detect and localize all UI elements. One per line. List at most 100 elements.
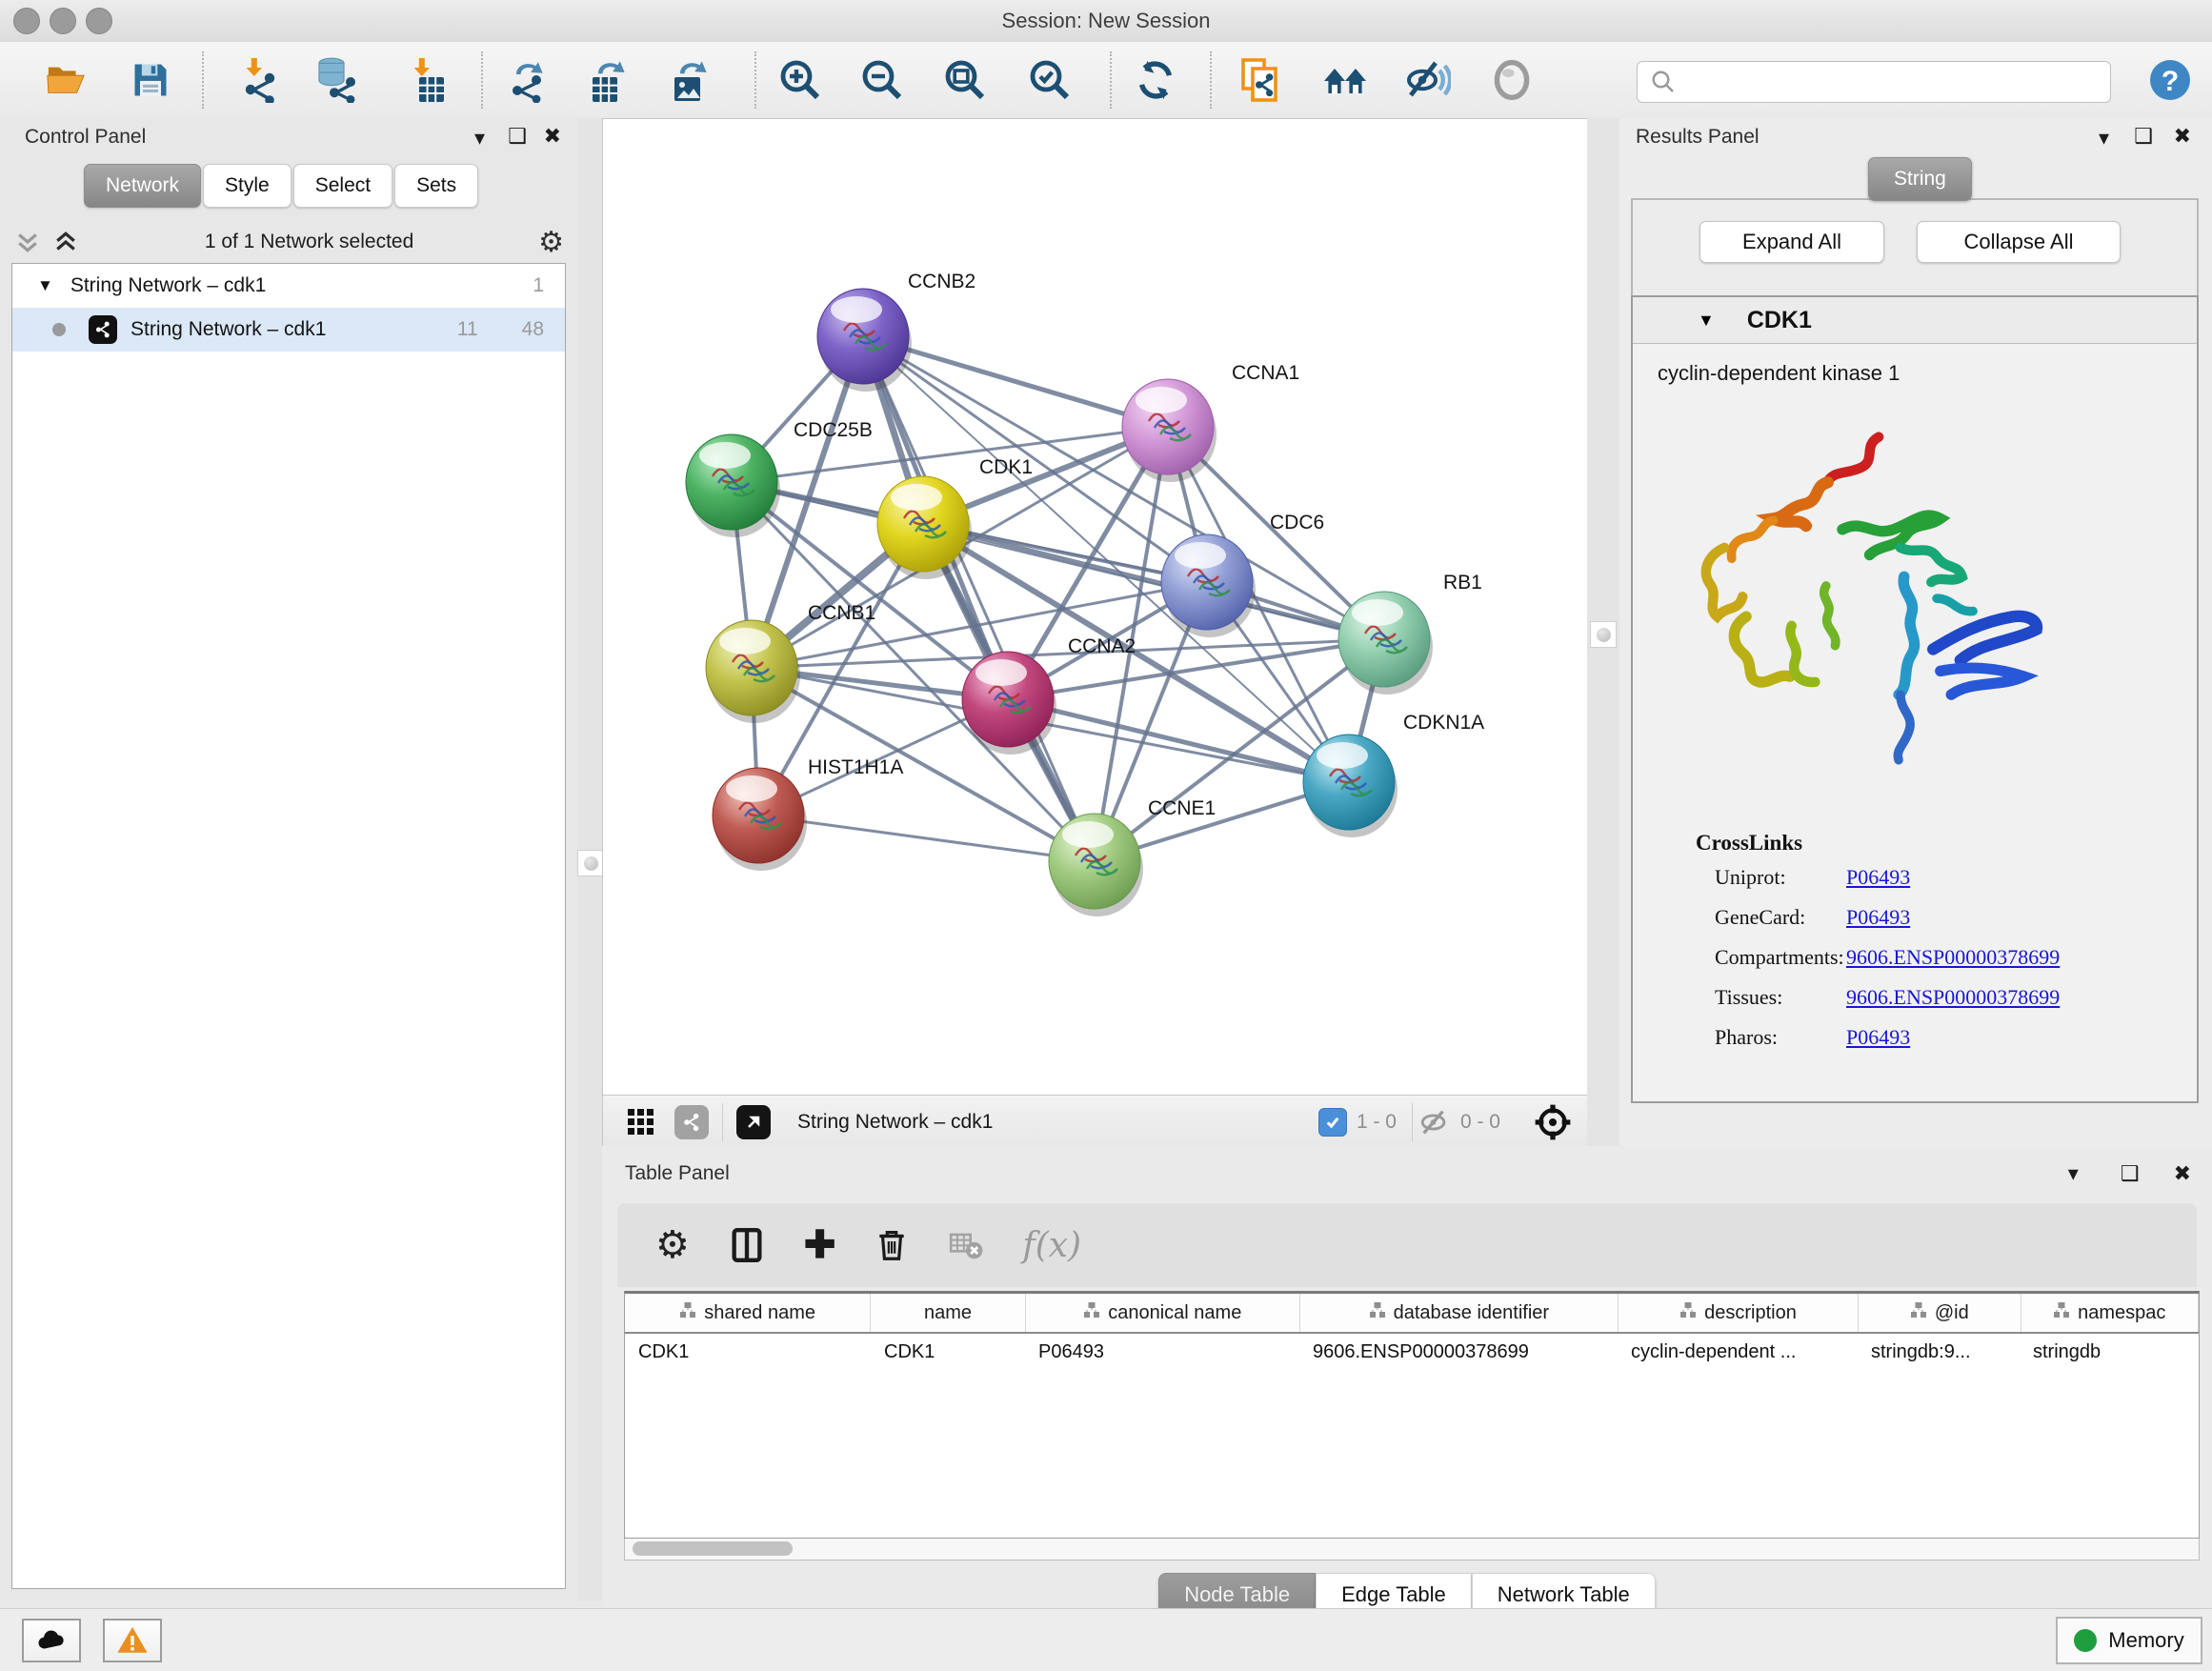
network-options-gear-icon[interactable]: ⚙ (538, 226, 564, 259)
import-network-file-icon[interactable] (232, 55, 282, 105)
warnings-button[interactable] (103, 1619, 162, 1662)
network-node-CDC25B[interactable] (686, 434, 780, 537)
table-row[interactable]: CDK1CDK1P064939606.ENSP00000378699cyclin… (625, 1334, 2199, 1370)
column-header-namespac[interactable]: namespac (2021, 1294, 2199, 1332)
column-header-shared-name[interactable]: shared name (625, 1294, 871, 1332)
results-panel-float-icon[interactable]: ❑ (2134, 124, 2153, 149)
zoom-out-icon[interactable] (857, 55, 907, 105)
show-columns-icon[interactable] (728, 1226, 766, 1264)
crosslink-link[interactable]: 9606.ENSP00000378699 (1846, 985, 2060, 1010)
results-panel-close-icon[interactable]: ✖ (2174, 124, 2191, 149)
crosslink-link[interactable]: 9606.ENSP00000378699 (1846, 945, 2060, 970)
export-network-icon[interactable] (503, 55, 553, 105)
tab-network[interactable]: Network (84, 164, 201, 208)
function-builder-icon[interactable]: f(x) (1022, 1226, 1081, 1265)
column-header-database-identifier[interactable]: database identifier (1300, 1294, 1619, 1332)
network-badge-icon[interactable] (674, 1105, 709, 1139)
window-close-button[interactable] (13, 8, 40, 34)
crosslink-link[interactable]: P06493 (1846, 1025, 1910, 1050)
network-node-CDK1[interactable] (877, 476, 972, 579)
selected-nodes-checkbox-icon[interactable] (1318, 1108, 1347, 1137)
tab-sets[interactable]: Sets (394, 164, 478, 208)
right-splitter-handle[interactable] (1590, 621, 1617, 648)
gene-section-header[interactable]: ▼ CDK1 (1633, 297, 2197, 344)
refresh-view-icon[interactable] (1131, 55, 1180, 105)
search-input[interactable] (1637, 61, 2111, 103)
open-session-icon[interactable] (42, 55, 91, 105)
automation-status-button[interactable] (22, 1619, 81, 1662)
network-selection-row: 1 of 1 Network selected ⚙ (13, 221, 564, 263)
table-cell[interactable]: stringdb:9... (1858, 1341, 2020, 1363)
results-panel-collapse-icon[interactable]: ▾ (2099, 126, 2109, 151)
nested-networks-icon[interactable] (1320, 55, 1370, 105)
control-panel-collapse-icon[interactable]: ▾ (474, 126, 485, 151)
column-header-@id[interactable]: @id (1859, 1294, 2021, 1332)
network-node-CCNA1[interactable] (1122, 379, 1217, 482)
crosslink-link[interactable]: P06493 (1846, 905, 1910, 930)
grid-view-icon[interactable] (628, 1109, 654, 1135)
column-header-canonical-name[interactable]: canonical name (1026, 1294, 1300, 1332)
crosslink-link[interactable]: P06493 (1846, 865, 1910, 890)
table-hscrollbar[interactable] (624, 1539, 2200, 1560)
network-node-HIST1H1A[interactable] (713, 768, 807, 871)
network-node-CCNB2[interactable] (817, 289, 912, 392)
table-cell[interactable]: stringdb (2020, 1341, 2197, 1363)
export-image-icon[interactable] (665, 55, 714, 105)
left-splitter-handle[interactable] (577, 850, 604, 876)
expand-all-networks-icon[interactable] (51, 228, 80, 256)
table-panel-float-icon[interactable]: ❑ (2121, 1161, 2140, 1186)
tab-style[interactable]: Style (203, 164, 292, 208)
table-panel-close-icon[interactable]: ✖ (2174, 1161, 2191, 1186)
network-collection-row[interactable]: ▼ String Network – cdk1 1 (12, 264, 565, 308)
table-hscrollbar-thumb[interactable] (633, 1541, 793, 1556)
duplicate-network-icon[interactable] (1236, 55, 1285, 105)
right-splitter[interactable] (1587, 118, 1619, 1146)
import-network-database-icon[interactable] (312, 55, 362, 105)
network-node-CCNE1[interactable] (1049, 814, 1143, 916)
network-edge[interactable] (863, 336, 1095, 861)
left-splitter[interactable] (578, 118, 602, 1601)
collection-expander-icon[interactable]: ▼ (37, 276, 53, 295)
zoom-in-icon[interactable] (775, 55, 825, 105)
create-column-icon[interactable]: ✚ (804, 1223, 836, 1267)
control-panel-float-icon[interactable]: ❑ (508, 124, 527, 149)
help-icon[interactable]: ? (2145, 55, 2195, 105)
expand-all-button[interactable]: Expand All (1699, 221, 1884, 263)
table-body: CDK1CDK1P064939606.ENSP00000378699cyclin… (625, 1334, 2199, 1370)
window-zoom-button[interactable] (86, 8, 112, 34)
network-node-CDKN1A[interactable] (1303, 735, 1398, 837)
zoom-fit-icon[interactable] (940, 55, 990, 105)
table-cell[interactable]: cyclin-dependent ... (1618, 1341, 1858, 1363)
collapse-all-button[interactable]: Collapse All (1917, 221, 2121, 263)
network-edge[interactable] (758, 815, 1095, 861)
table-panel-collapse-icon[interactable]: ▾ (2068, 1161, 2079, 1186)
network-canvas[interactable]: CCNB2CCNA1CDC25BCDK1CDC6RB1CCNB1CCNA2CDK… (603, 119, 1586, 1093)
tab-select[interactable]: Select (293, 164, 392, 208)
table-settings-gear-icon[interactable]: ⚙ (655, 1223, 690, 1267)
export-table-icon[interactable] (583, 55, 633, 105)
network-node-RB1[interactable] (1338, 592, 1433, 695)
table-cell[interactable]: CDK1 (625, 1341, 871, 1363)
network-row-selected[interactable]: String Network – cdk1 11 48 (12, 308, 565, 352)
graphics-details-icon[interactable] (1403, 55, 1453, 105)
table-cell[interactable]: 9606.ENSP00000378699 (1299, 1341, 1618, 1363)
delete-table-icon[interactable] (948, 1227, 984, 1263)
tab-string[interactable]: String (1868, 157, 1972, 201)
gene-expander-icon[interactable]: ▼ (1698, 311, 1715, 331)
show-all-icon[interactable] (1487, 55, 1537, 105)
table-cell[interactable]: CDK1 (871, 1341, 1025, 1363)
collapse-all-networks-icon[interactable] (13, 228, 42, 256)
zoom-selected-icon[interactable] (1025, 55, 1075, 105)
import-table-file-icon[interactable] (400, 55, 450, 105)
save-session-icon[interactable] (126, 55, 175, 105)
delete-column-icon[interactable] (874, 1227, 910, 1263)
detach-view-icon[interactable] (736, 1105, 771, 1139)
column-header-description[interactable]: description (1619, 1294, 1859, 1332)
memory-button[interactable]: Memory (2056, 1617, 2202, 1664)
window-minimize-button[interactable] (50, 8, 76, 34)
control-panel-close-icon[interactable]: ✖ (544, 124, 561, 149)
table-cell[interactable]: P06493 (1025, 1341, 1299, 1363)
column-header-name[interactable]: name (871, 1294, 1026, 1332)
birds-eye-view-icon[interactable] (1533, 1102, 1573, 1142)
crosslink-row: Pharos:P06493 (1715, 1025, 2197, 1050)
